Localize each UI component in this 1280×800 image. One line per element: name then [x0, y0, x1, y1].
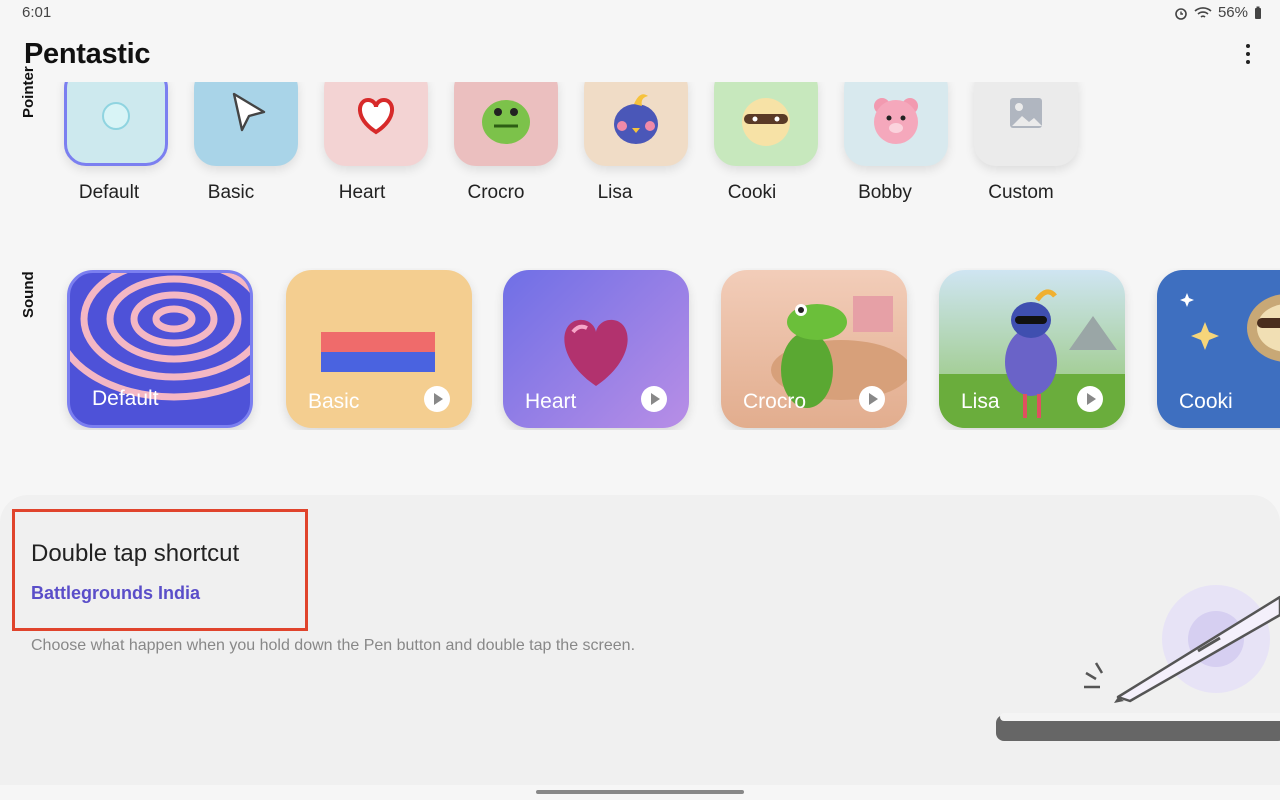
pen-illustration-icon — [996, 585, 1280, 741]
sound-label-lisa: Lisa — [961, 390, 1000, 413]
bear-pointer-icon — [874, 98, 918, 144]
pointer-tile-custom[interactable] — [974, 82, 1078, 166]
pointer-label-default: Default — [78, 182, 140, 203]
pointer-tile-bobby[interactable] — [844, 82, 948, 166]
battery-percent: 56% — [1217, 4, 1248, 21]
pointer-tile-basic[interactable] — [194, 82, 298, 166]
more-options-icon[interactable] — [1238, 42, 1258, 66]
pointer-tile-heart[interactable] — [324, 82, 428, 166]
sound-label-basic: Basic — [308, 390, 360, 413]
arrow-pointer-icon — [232, 92, 266, 132]
pointer-label-lisa: Lisa — [597, 182, 633, 203]
sound-tile-basic[interactable]: Basic — [286, 270, 472, 428]
bird-pointer-icon — [614, 94, 658, 144]
double-tap-shortcut-title[interactable]: Double tap shortcut — [31, 540, 239, 568]
heart-pointer-icon — [358, 97, 394, 135]
pointer-label-cooki: Cooki — [727, 182, 777, 203]
sound-tile-cooki[interactable]: Cooki — [1157, 270, 1280, 428]
image-icon — [1010, 98, 1042, 128]
double-tap-shortcut-description: Choose what happen when you hold down th… — [31, 637, 636, 654]
pointer-tile-cooki[interactable] — [714, 82, 818, 166]
highlight-box — [12, 509, 308, 631]
sound-label-heart: Heart — [525, 390, 577, 413]
sound-tile-default[interactable]: Default — [67, 270, 253, 428]
pointer-label-custom: Custom — [988, 182, 1054, 203]
pointer-options: Default Basic Heart Crocro Lisa Cooki Bo… — [0, 82, 1280, 212]
sound-label-default: Default — [92, 387, 159, 410]
play-button[interactable] — [1077, 386, 1103, 412]
home-indicator[interactable] — [536, 790, 744, 794]
battery-icon — [1255, 6, 1261, 19]
status-time: 6:01 — [22, 4, 52, 21]
pointer-label-bobby: Bobby — [858, 182, 912, 203]
sound-label-crocro: Crocro — [743, 390, 807, 413]
pointer-tile-lisa[interactable] — [584, 82, 688, 166]
sound-label-cooki: Cooki — [1179, 390, 1233, 413]
pointer-label-heart: Heart — [338, 182, 386, 203]
pointer-label-crocro: Crocro — [467, 182, 525, 203]
page-title: Pentastic — [24, 38, 151, 70]
sound-tile-heart[interactable]: Heart — [503, 270, 689, 428]
double-tap-shortcut-value[interactable]: Battlegrounds India — [31, 583, 200, 604]
crocodile-pointer-icon — [482, 100, 530, 144]
play-button[interactable] — [641, 386, 667, 412]
status-icons: 56% — [1174, 4, 1262, 21]
pointer-tile-crocro[interactable] — [454, 82, 558, 166]
sound-tile-lisa[interactable]: Lisa — [939, 270, 1125, 428]
sound-tile-crocro[interactable]: Crocro — [721, 270, 907, 428]
play-button[interactable] — [859, 386, 885, 412]
play-button[interactable] — [424, 386, 450, 412]
pointer-label-basic: Basic — [207, 182, 255, 203]
status-bar: 6:01 56% — [0, 0, 1280, 24]
sloth-pointer-icon — [742, 98, 790, 146]
pointer-tile-default[interactable] — [64, 82, 168, 166]
sound-options: Default Basic Heart Crocro Lisa Cooki — [0, 268, 1280, 430]
wifi-icon — [1194, 6, 1212, 18]
dot-pointer-icon — [102, 102, 130, 130]
app-bar: Pentastic — [0, 24, 1280, 82]
alarm-icon — [1175, 7, 1187, 20]
